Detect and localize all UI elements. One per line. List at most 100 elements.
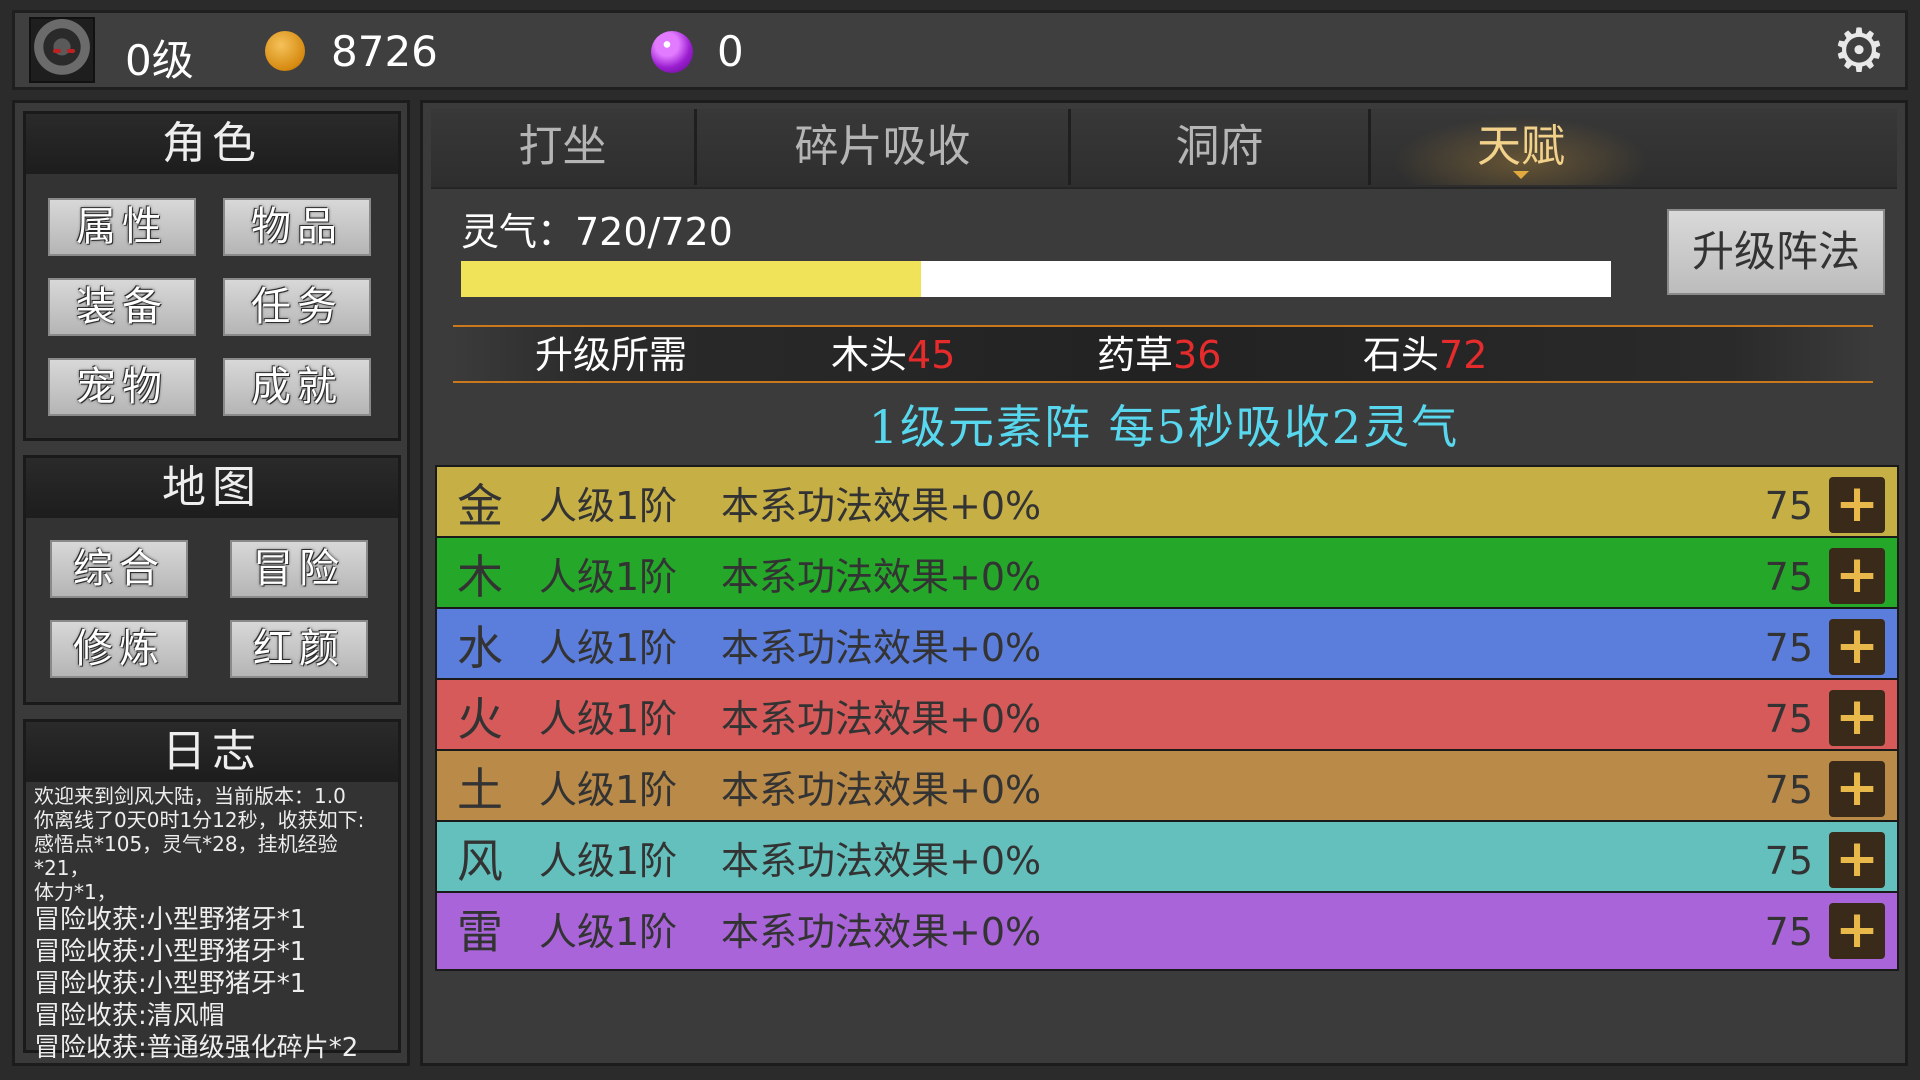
element-effect: 本系功法效果+0% [721,839,1042,883]
qi-progress-bar [461,261,1611,297]
tab-fragment-absorb[interactable]: 碎片吸收 [697,109,1071,185]
attributes-button[interactable]: 属性 [48,198,196,256]
avatar-eye-right [67,49,75,53]
element-name: 雷 [457,905,503,959]
tab-talent-label: 天赋 [1477,121,1565,172]
log-line: 感悟点*105，灵气*28，挂机经验*21， [34,832,338,880]
tab-bar: 打坐 碎片吸收 洞府 天赋 [431,109,1897,189]
plus-icon[interactable]: + [1829,903,1885,959]
avatar-eye-left [53,49,61,53]
gem-count: 0 [717,27,744,76]
pets-button[interactable]: 宠物 [48,358,196,416]
purple-gem-icon [651,31,693,73]
element-rank: 人级1阶 [539,697,678,741]
log-line: 体力*1， [34,880,117,904]
plus-icon[interactable]: + [1829,761,1885,817]
left-sidebar: 角色 属性 物品 装备 任务 宠物 成就 地图 综合 冒险 修炼 红颜 日志 欢… [12,100,410,1066]
element-effect: 本系功法效果+0% [721,697,1042,741]
tab-cave[interactable]: 洞府 [1071,109,1371,185]
element-cost: 75 [1764,768,1813,812]
stone-label: 石头 [1363,333,1440,377]
role-panel: 角色 属性 物品 装备 任务 宠物 成就 [23,111,401,441]
qi-progress-fill [461,261,921,297]
stone-value: 72 [1439,333,1488,377]
active-tab-arrow-icon [1513,171,1529,179]
role-panel-title: 角色 [26,114,398,174]
log-line: 冒险收获:小型野猪牙*1 [34,937,307,967]
plus-icon[interactable]: + [1829,548,1885,604]
element-effect: 本系功法效果+0% [721,626,1042,670]
achievements-button[interactable]: 成就 [223,358,371,416]
log-panel-title: 日志 [26,722,398,782]
tab-talent[interactable]: 天赋 [1371,109,1671,185]
element-effect: 本系功法效果+0% [721,768,1042,812]
map-panel: 地图 综合 冒险 修炼 红颜 [23,455,401,705]
element-name: 金 [457,479,503,533]
herb-label: 药草 [1097,333,1174,377]
plus-icon[interactable]: + [1829,477,1885,533]
cultivate-button[interactable]: 修炼 [50,620,188,678]
general-button[interactable]: 综合 [50,540,188,598]
map-panel-title: 地图 [26,458,398,518]
plus-icon[interactable]: + [1829,619,1885,675]
element-effect: 本系功法效果+0% [721,555,1042,599]
element-name: 火 [457,692,503,746]
log-line: 冒险收获:清风帽 [34,1001,225,1031]
wood-label: 木头 [831,333,908,377]
items-button[interactable]: 物品 [223,198,371,256]
element-cost: 75 [1764,626,1813,670]
log-line: 冒险收获:小型野猪牙*1 [34,969,307,999]
element-row: 水人级1阶 本系功法效果+0% 75 + [435,607,1899,687]
array-info: 1级元素阵 每5秒吸收2灵气 [868,400,1460,454]
element-name: 土 [457,763,503,817]
element-cost: 75 [1764,697,1813,741]
element-row: 火人级1阶 本系功法效果+0% 75 + [435,678,1899,758]
requirements-label: 升级所需 [535,333,688,377]
element-rank: 人级1阶 [539,555,678,599]
element-cost: 75 [1764,910,1813,954]
log-panel: 日志 欢迎来到剑风大陆，当前版本：1.0 你离线了0天0时1分12秒，收获如下:… [23,719,401,1063]
element-row: 金人级1阶 本系功法效果+0% 75 + [435,465,1899,545]
tab-meditate[interactable]: 打坐 [431,109,697,185]
log-line: 欢迎来到剑风大陆，当前版本：1.0 [34,784,346,808]
element-rank: 人级1阶 [539,910,678,954]
top-bar: 0级 8726 0 ⚙ [12,10,1908,90]
element-name: 风 [457,834,503,888]
element-cost: 75 [1764,484,1813,528]
element-row: 风人级1阶 本系功法效果+0% 75 + [435,820,1899,900]
element-name: 木 [457,550,503,604]
element-cost: 75 [1764,839,1813,883]
main-panel: 打坐 碎片吸收 洞府 天赋 灵气：720/720 升级阵法 升级所需 木头45 … [420,100,1908,1066]
wood-requirement: 木头45 [831,327,955,383]
element-row: 雷人级1阶 本系功法效果+0% 75 + [435,891,1899,971]
element-rank: 人级1阶 [539,839,678,883]
element-row: 土人级1阶 本系功法效果+0% 75 + [435,749,1899,829]
herb-requirement: 药草36 [1097,327,1221,383]
element-cost: 75 [1764,555,1813,599]
log-line: 冒险收获:普通级强化碎片*2 [34,1033,359,1063]
wood-value: 45 [907,333,956,377]
element-effect: 本系功法效果+0% [721,910,1042,954]
gold-coin-icon [265,31,305,71]
upgrade-array-button[interactable]: 升级阵法 [1667,209,1885,295]
element-rank: 人级1阶 [539,626,678,670]
qi-label: 灵气：720/720 [461,210,733,254]
element-rank: 人级1阶 [539,768,678,812]
element-rank: 人级1阶 [539,484,678,528]
element-name: 水 [457,621,503,675]
element-effect: 本系功法效果+0% [721,484,1042,528]
plus-icon[interactable]: + [1829,690,1885,746]
log-line: 你离线了0天0时1分12秒，收获如下: [34,808,365,832]
stone-requirement: 石头72 [1363,327,1487,383]
log-content: 欢迎来到剑风大陆，当前版本：1.0 你离线了0天0时1分12秒，收获如下: 感悟… [34,784,390,1064]
element-row: 木人级1阶 本系功法效果+0% 75 + [435,536,1899,616]
gear-icon[interactable]: ⚙ [1827,19,1891,83]
hooded-avatar-icon[interactable] [29,17,95,83]
equipment-button[interactable]: 装备 [48,278,196,336]
log-line: 冒险收获:小型野猪牙*1 [34,905,307,935]
upgrade-requirements: 升级所需 木头45 药草36 石头72 [453,325,1873,383]
quests-button[interactable]: 任务 [223,278,371,336]
plus-icon[interactable]: + [1829,832,1885,888]
adventure-button[interactable]: 冒险 [230,540,368,598]
companion-button[interactable]: 红颜 [230,620,368,678]
